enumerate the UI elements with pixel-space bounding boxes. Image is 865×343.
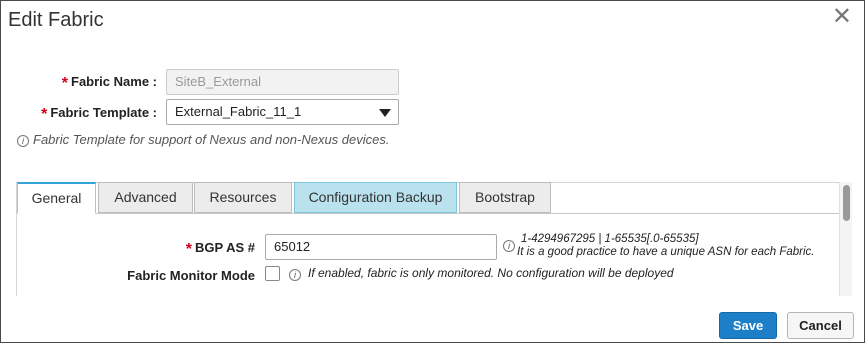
info-icon[interactable]: i xyxy=(503,240,515,252)
required-asterisk: * xyxy=(185,241,193,258)
fabric-name-label: * Fabric Name : xyxy=(61,73,157,92)
template-info-text: i Fabric Template for support of Nexus an… xyxy=(17,132,389,147)
tab-advanced[interactable]: Advanced xyxy=(98,182,193,213)
cancel-button[interactable]: Cancel xyxy=(787,312,854,339)
fabric-template-select[interactable]: External_Fabric_11_1 xyxy=(166,99,399,125)
info-icon: i xyxy=(17,135,29,147)
fabric-monitor-mode-checkbox[interactable] xyxy=(265,266,280,281)
chevron-down-icon[interactable] xyxy=(379,109,391,117)
fabric-name-input: SiteB_External xyxy=(166,69,399,95)
tab-general[interactable]: General xyxy=(17,182,96,214)
fabric-name-label-text: Fabric Name : xyxy=(71,74,157,89)
save-button[interactable]: Save xyxy=(719,312,777,339)
scrollbar-thumb[interactable] xyxy=(843,185,850,221)
template-info-label: Fabric Template for support of Nexus and… xyxy=(33,132,390,147)
required-asterisk: * xyxy=(41,106,48,123)
bgp-as-label-text: BGP AS # xyxy=(195,240,255,255)
bgp-as-hint-range: 1-4294967295 | 1-65535[.0-65535] xyxy=(521,233,699,245)
required-asterisk: * xyxy=(61,75,69,92)
fabric-template-value: External_Fabric_11_1 xyxy=(175,104,302,119)
fabric-monitor-mode-hint: If enabled, fabric is only monitored. No… xyxy=(308,266,674,280)
dialog-title: Edit Fabric xyxy=(8,9,104,31)
panel-scrollbar[interactable] xyxy=(839,182,852,296)
bgp-as-label: * BGP AS # xyxy=(151,239,255,258)
fabric-template-label: * Fabric Template : xyxy=(41,104,157,123)
tab-configuration-backup[interactable]: Configuration Backup xyxy=(294,182,457,213)
fabric-monitor-mode-label: Fabric Monitor Mode xyxy=(127,268,255,283)
edit-fabric-dialog: Edit Fabric ✕ * Fabric Name : SiteB_Exter… xyxy=(0,0,865,343)
tab-bootstrap[interactable]: Bootstrap xyxy=(459,182,551,213)
info-icon[interactable]: i xyxy=(289,269,301,281)
bgp-as-hint-practice: It is a good practice to have a unique A… xyxy=(517,246,815,258)
close-icon[interactable]: ✕ xyxy=(832,5,852,29)
tab-divider xyxy=(17,213,839,214)
tab-resources[interactable]: Resources xyxy=(194,182,292,213)
bgp-as-input[interactable]: 65012 xyxy=(265,234,497,260)
fabric-template-label-text: Fabric Template : xyxy=(50,105,157,120)
